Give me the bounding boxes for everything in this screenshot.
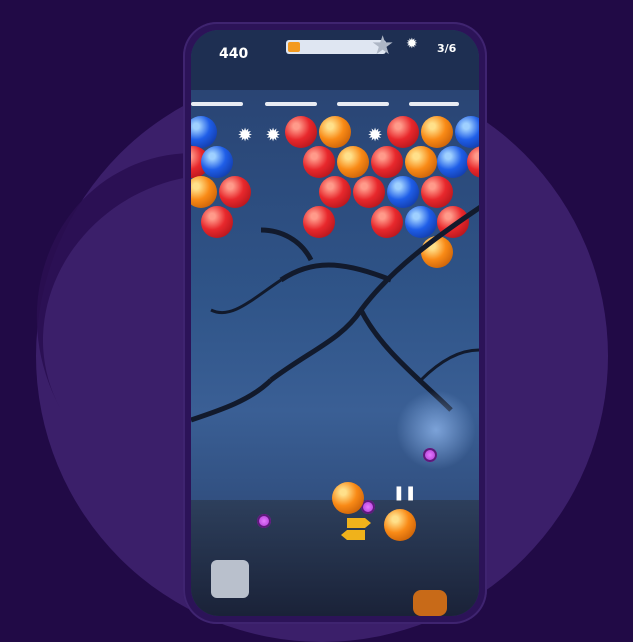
- ceiling-bar: [409, 102, 459, 106]
- star-icon: ★: [371, 31, 395, 61]
- level-progress-fill: [288, 42, 300, 52]
- blue-bubble: [191, 116, 217, 148]
- orange-bubble: [337, 146, 369, 178]
- blue-bubble: [455, 116, 479, 148]
- shooter-bubble[interactable]: [384, 509, 416, 541]
- red-bubble: [467, 146, 479, 178]
- pause-icon[interactable]: ❚❚: [393, 485, 416, 501]
- skull-icon: [211, 560, 249, 598]
- game-screen[interactable]: 440 ★ ✹ 3/6 ✹ ✹ ✹ ❚❚: [191, 30, 479, 616]
- red-bubble: [371, 146, 403, 178]
- spark-icon: ✹: [265, 125, 281, 146]
- phone-frame: 440 ★ ✹ 3/6 ✹ ✹ ✹ ❚❚: [183, 22, 487, 624]
- orange-bubble: [421, 116, 453, 148]
- pumpkin-icon: [413, 590, 447, 616]
- red-bubble: [303, 146, 335, 178]
- blue-bubble: [201, 146, 233, 178]
- ceiling-bar: [265, 102, 317, 106]
- candy-icon: [257, 514, 271, 528]
- ceiling-bar: [337, 102, 389, 106]
- spark-icon: ✹: [237, 125, 253, 146]
- spark-icon: ✹: [367, 125, 383, 146]
- ceiling-bar: [191, 102, 243, 106]
- gear-icon: ✹: [406, 36, 418, 52]
- orange-bubble: [405, 146, 437, 178]
- orange-bubble: [319, 116, 351, 148]
- candy-icon: [423, 448, 437, 462]
- score: 440: [219, 46, 249, 62]
- blue-bubble: [437, 146, 469, 178]
- red-bubble: [285, 116, 317, 148]
- bubbles-count: 3/6: [437, 42, 457, 55]
- red-bubble: [387, 116, 419, 148]
- hud-bar: 440 ★ ✹ 3/6: [191, 30, 479, 90]
- next-bubble[interactable]: [332, 482, 364, 514]
